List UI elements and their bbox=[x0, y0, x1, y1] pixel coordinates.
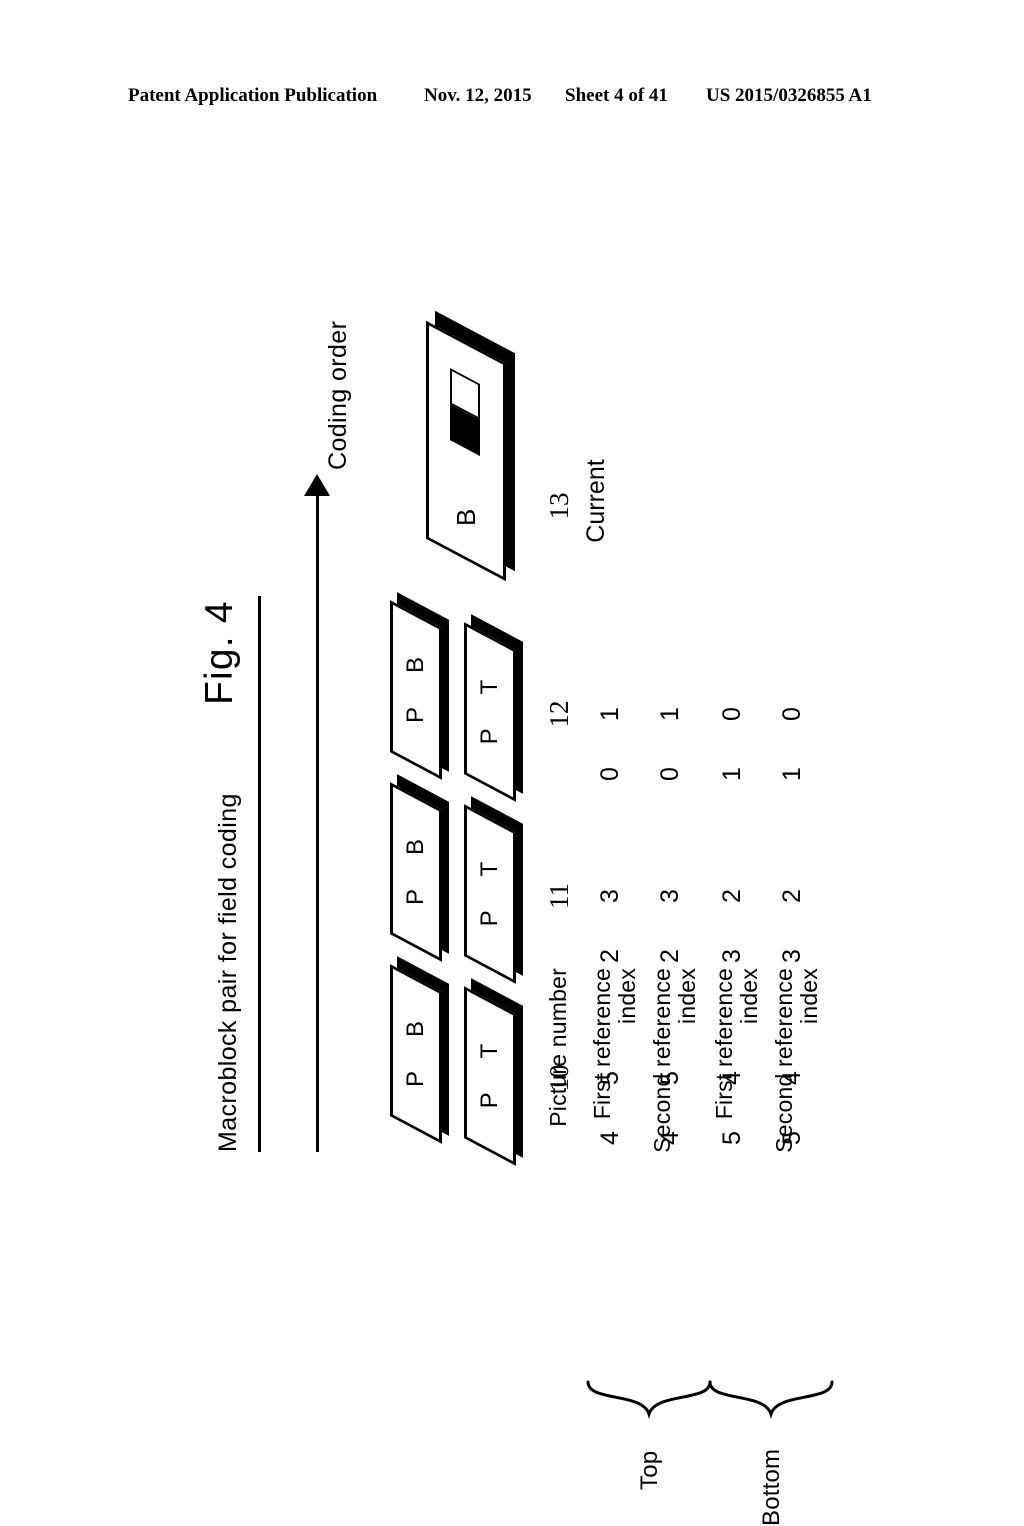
slab-face bbox=[464, 986, 516, 1166]
cell-top-first-11B: 3 bbox=[596, 889, 624, 903]
cell-bottom-first-12B: 0 bbox=[718, 707, 746, 721]
figure-subtitle: Macroblock pair for field coding bbox=[214, 793, 242, 1152]
bottom-group-tag: Bottom bbox=[758, 1448, 785, 1526]
cell-bottom-first-11T: 3 bbox=[718, 949, 746, 963]
figure-number: Fig. 4 bbox=[198, 600, 241, 705]
slab-face bbox=[464, 804, 516, 984]
top-group-tag: Top bbox=[636, 1450, 663, 1490]
figure-title-block: Macroblock pair for field coding Fig. 4 bbox=[196, 160, 288, 1160]
cell-top-second-11T: 2 bbox=[656, 949, 684, 963]
field-slab-11-bottom: P B bbox=[390, 774, 449, 962]
field-slab-10-bottom: P B bbox=[390, 956, 449, 1144]
picture-number-row-label: Picture number bbox=[545, 968, 571, 1127]
current-picture-number: 13 bbox=[544, 492, 574, 520]
field-slab-12-top: P T bbox=[464, 614, 523, 802]
picture-row: P T P B P T P B P T P B B bbox=[364, 160, 546, 1166]
picture-group-12: P T P B bbox=[364, 592, 546, 802]
cell-top-first-11T: 2 bbox=[596, 949, 624, 963]
cell-bottom-first-10T: 5 bbox=[718, 1131, 746, 1145]
top-group-brace bbox=[586, 1378, 712, 1419]
field-slab-11-top: P T bbox=[464, 796, 523, 984]
current-picture-caption: Current bbox=[582, 459, 610, 543]
cell-top-second-11B: 3 bbox=[656, 889, 684, 903]
cell-bottom-second-12T: 1 bbox=[778, 767, 806, 781]
cell-top-second-12B: 1 bbox=[656, 707, 684, 721]
cell-bottom-second-10T: 5 bbox=[778, 1131, 806, 1145]
cell-bottom-second-11B: 2 bbox=[778, 889, 806, 903]
picture-group-10: P T P B bbox=[364, 956, 546, 1166]
right-arrow-icon bbox=[304, 474, 330, 496]
cell-top-first-12T: 0 bbox=[596, 767, 624, 781]
cell-top-first-10T: 4 bbox=[596, 1131, 624, 1145]
cell-bottom-first-12T: 1 bbox=[718, 767, 746, 781]
coding-order-label: Coding order bbox=[324, 320, 352, 470]
coding-order-axis: Coding order bbox=[296, 160, 358, 1160]
picture-number-10: 10 bbox=[544, 1064, 574, 1092]
picture-number-12: 12 bbox=[544, 700, 574, 728]
field-slab-10-top: P T bbox=[464, 978, 523, 1166]
top-second-reference-index-label: Second reference index bbox=[649, 968, 700, 1153]
cell-bottom-second-10B: 4 bbox=[778, 1071, 806, 1085]
slab-face bbox=[390, 964, 442, 1144]
cell-top-first-12B: 1 bbox=[596, 707, 624, 721]
cell-bottom-second-11T: 3 bbox=[778, 949, 806, 963]
cell-top-first-10B: 5 bbox=[596, 1071, 624, 1085]
reference-index-table: Picture number First reference index Sec… bbox=[544, 160, 846, 1526]
figure-title-underline bbox=[258, 596, 261, 1152]
picture-group-13-current: B bbox=[364, 310, 546, 582]
bottom-second-reference-index-label: Second reference index bbox=[771, 968, 822, 1153]
slab-face bbox=[390, 600, 442, 780]
slab-face bbox=[390, 782, 442, 962]
cell-bottom-first-10B: 4 bbox=[718, 1071, 746, 1085]
black-white-macroblock-pair-icon bbox=[450, 368, 480, 456]
coding-order-line bbox=[316, 480, 319, 1152]
bottom-group-brace bbox=[708, 1378, 834, 1419]
top-first-reference-index-label: First reference index bbox=[589, 968, 640, 1120]
cell-top-second-10T: 4 bbox=[656, 1131, 684, 1145]
picture-number-11: 11 bbox=[544, 883, 574, 909]
slab-face bbox=[426, 320, 506, 582]
picture-group-11: P T P B bbox=[364, 774, 546, 984]
cell-top-second-10B: 5 bbox=[656, 1071, 684, 1085]
field-slab-13-current: B bbox=[426, 310, 516, 582]
cell-top-second-12T: 0 bbox=[656, 767, 684, 781]
field-slab-12-bottom: P B bbox=[390, 592, 449, 780]
figure-container: Macroblock pair for field coding Fig. 4 … bbox=[0, 0, 1024, 1526]
cell-bottom-first-11B: 2 bbox=[718, 889, 746, 903]
bottom-first-reference-index-label: First reference index bbox=[711, 968, 762, 1120]
slab-face bbox=[464, 622, 516, 802]
figure-canvas: Macroblock pair for field coding Fig. 4 … bbox=[196, 160, 856, 1526]
cell-bottom-second-12B: 0 bbox=[778, 707, 806, 721]
